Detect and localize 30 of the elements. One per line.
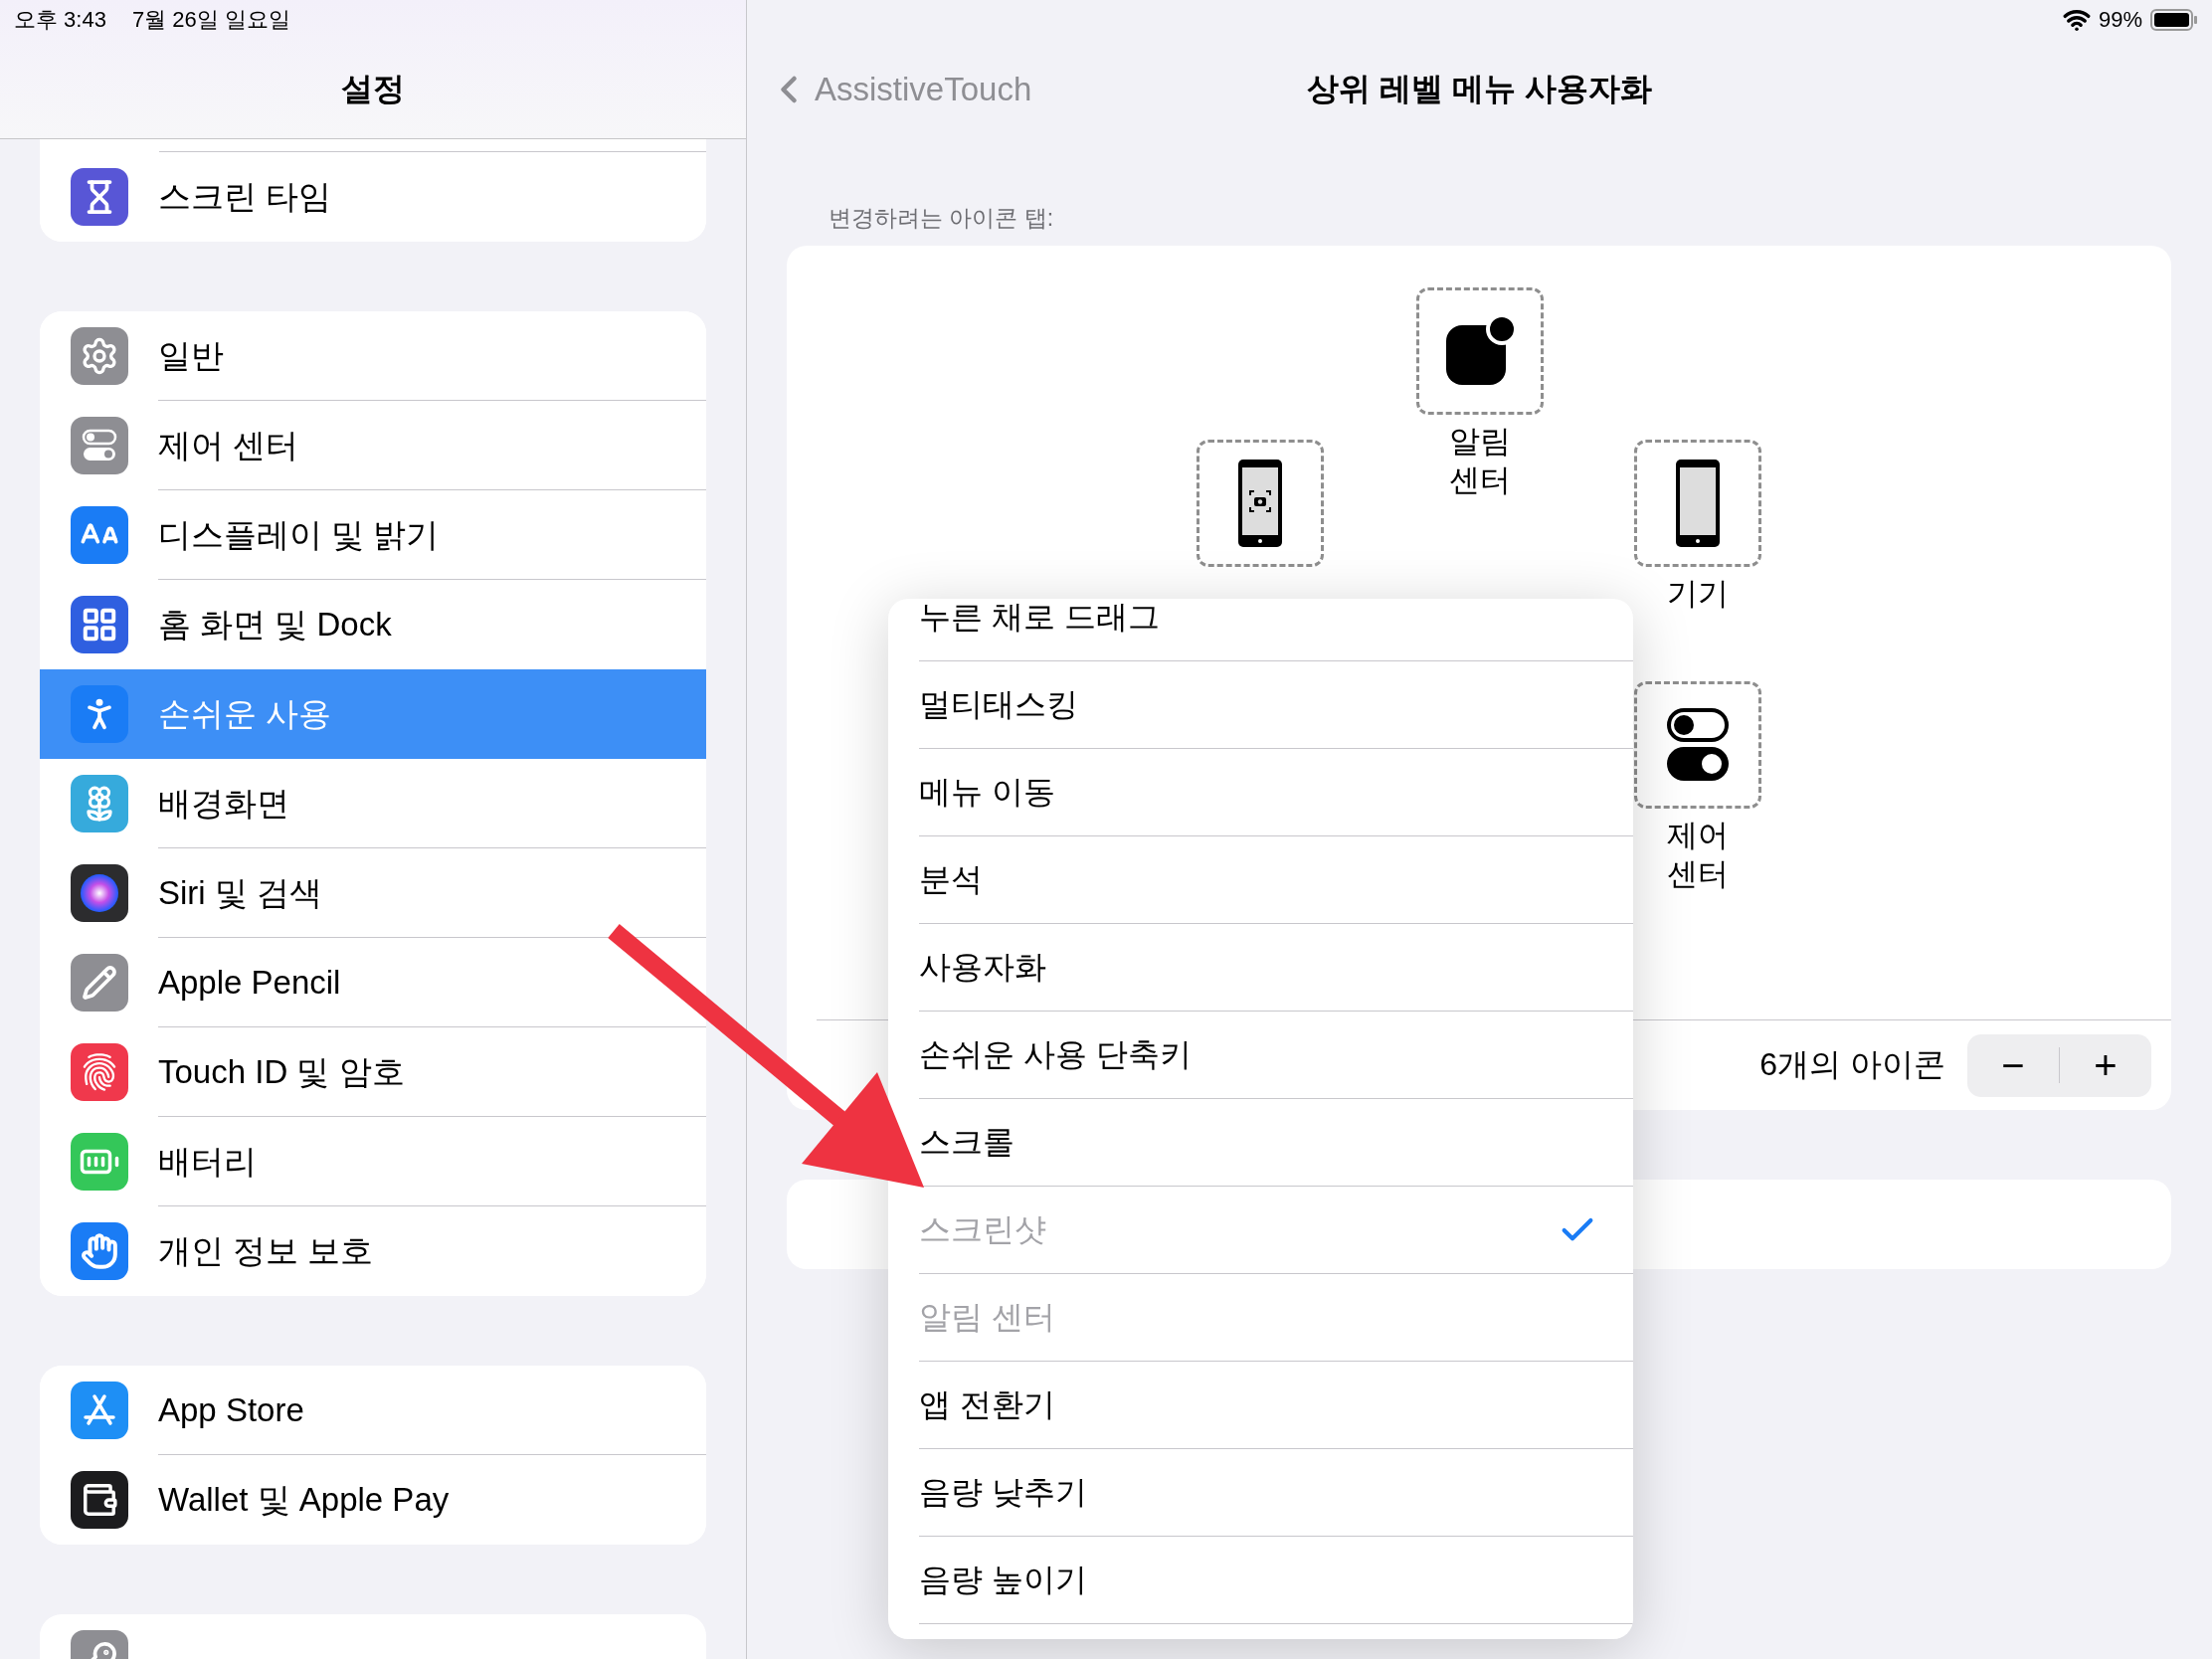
section-label: 변경하려는 아이콘 탭: xyxy=(829,204,1055,233)
icon-count: 6개의 아이콘 xyxy=(1759,1045,1945,1084)
menu-item[interactable]: 누른 채로 드래그 xyxy=(919,599,1633,661)
icon-slot[interactable] xyxy=(1197,440,1324,567)
sidebar-title: 설정 xyxy=(341,69,405,108)
toggle-switches-icon xyxy=(1666,707,1730,783)
menu-item[interactable]: 멀티태스킹 xyxy=(919,661,1633,749)
slot-label: 알림 센터 xyxy=(1448,423,1512,499)
decrement-button[interactable]: − xyxy=(1967,1033,2059,1097)
slot-label: 제어 센터 xyxy=(1666,817,1730,893)
slot-label: 기기 xyxy=(1666,575,1730,613)
menu-item[interactable]: 사용자화 xyxy=(919,924,1633,1012)
status-time: 오후 3:43 xyxy=(14,6,106,34)
battery-icon xyxy=(2150,9,2198,31)
menu-item[interactable]: 메뉴 이동 xyxy=(919,749,1633,836)
tablet-icon xyxy=(1674,458,1722,549)
page-title: 상위 레벨 메뉴 사용자화 xyxy=(1307,70,1652,108)
menu-item[interactable]: 분석 xyxy=(919,836,1633,924)
menu-item[interactable]: 손쉬운 사용 단축키 xyxy=(919,1012,1633,1099)
menu-item[interactable]: 음량 높이기 xyxy=(919,1537,1633,1624)
icon-slot[interactable] xyxy=(1634,681,1761,809)
menu-item[interactable]: 스크롤 xyxy=(919,1099,1633,1187)
menu-item[interactable]: 앱 전환기 xyxy=(919,1362,1633,1449)
increment-button[interactable]: + xyxy=(2060,1033,2151,1097)
status-date: 7월 26일 일요일 xyxy=(131,6,290,34)
tablet-camera-icon xyxy=(1236,458,1284,549)
icon-slot[interactable] xyxy=(1416,287,1544,415)
battery-percent: 99% xyxy=(2098,7,2142,33)
menu-item[interactable]: 음량 낮추기 xyxy=(919,1449,1633,1537)
icon-slot[interactable] xyxy=(1634,440,1761,567)
